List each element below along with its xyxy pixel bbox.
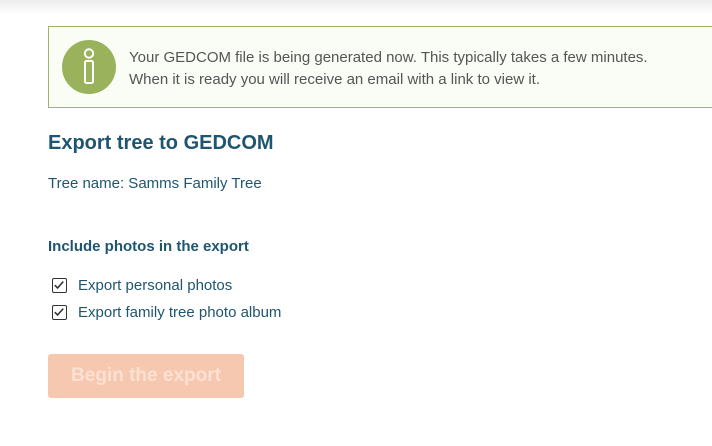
export-personal-photos-label: Export personal photos (78, 276, 233, 294)
notice-line-1: Your GEDCOM file is being generated now.… (129, 49, 648, 66)
begin-export-button[interactable]: Begin the export (48, 354, 244, 398)
export-photo-album-checkbox[interactable] (52, 304, 67, 320)
export-personal-photos-option[interactable]: Export personal photos (52, 275, 232, 295)
info-notice: Your GEDCOM file is being generated now.… (48, 26, 712, 108)
checkmark-icon (54, 307, 64, 316)
checkmark-icon (54, 280, 64, 289)
tree-name-text: Tree name: Samms Family Tree (48, 175, 262, 192)
notice-message: Your GEDCOM file is being generated now.… (129, 47, 704, 91)
export-personal-photos-checkbox[interactable] (52, 277, 67, 293)
info-icon (62, 40, 116, 94)
photos-section-title: Include photos in the export (48, 238, 249, 255)
page-title: Export tree to GEDCOM (48, 132, 274, 154)
notice-line-2: When it is ready you will receive an ema… (129, 71, 540, 88)
export-photo-album-option[interactable]: Export family tree photo album (52, 302, 281, 322)
export-photo-album-label: Export family tree photo album (78, 303, 282, 321)
top-header-shadow (0, 0, 712, 14)
